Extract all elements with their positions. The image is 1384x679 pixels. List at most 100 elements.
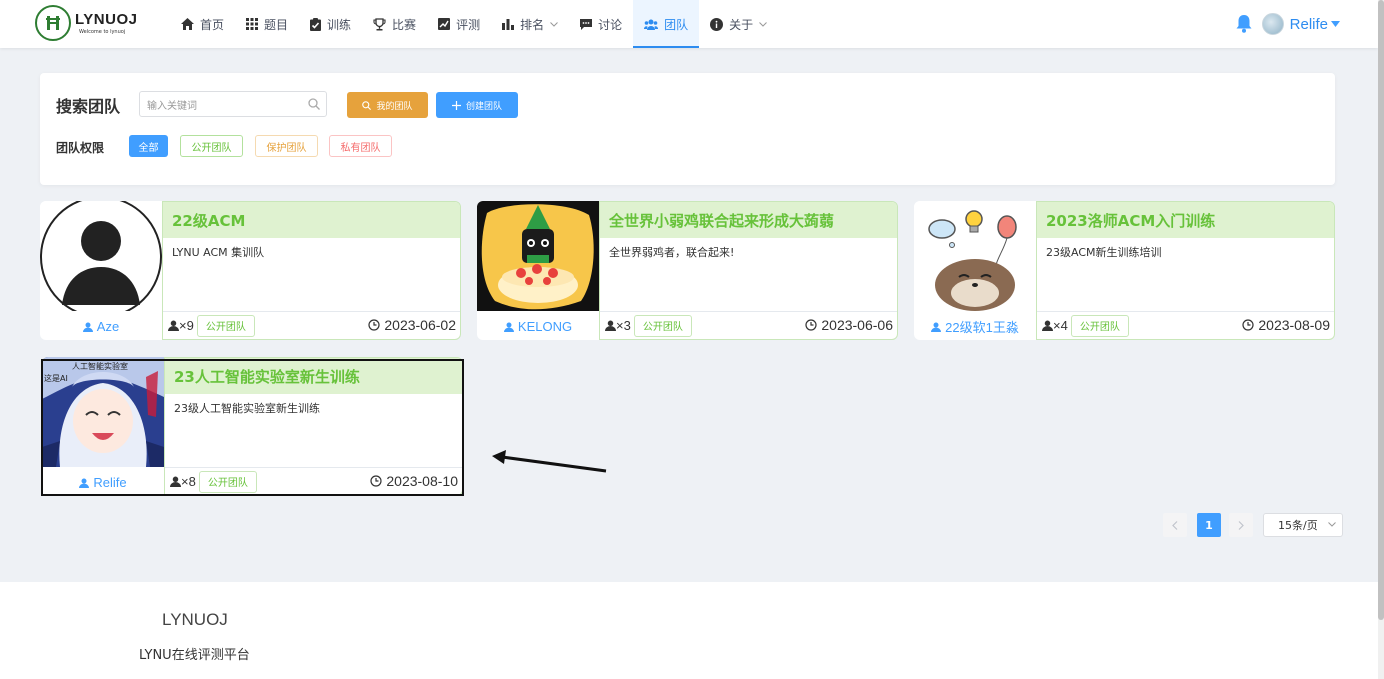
filter-protected[interactable]: 保护团队 [255,135,318,157]
team-owner[interactable]: KELONG [477,313,599,340]
team-type-tag: 公开团队 [633,314,692,337]
logo[interactable]: LYNUOJ Welcome to lynuoj [35,5,137,41]
team-owner[interactable]: 22级软1王淼 [914,313,1036,340]
team-description: LYNU ACM 集训队 [172,246,265,259]
filter-public[interactable]: 公开团队 [180,135,243,157]
user-icon [1042,320,1053,331]
team-card[interactable]: 22级软1王淼 2023洛师ACM入门训练 23级ACM新生训练培训 ×4 公开… [914,201,1335,340]
user-icon [168,320,179,331]
team-date: 2023-08-09 [1242,317,1330,333]
team-name[interactable]: 2023洛师ACM入门训练 [1037,202,1334,238]
search-title: 搜索团队 [56,97,121,116]
team-date-value: 2023-08-10 [386,473,458,489]
caret-down-icon[interactable] [1331,21,1340,27]
nav-status[interactable]: 评测 [427,0,491,48]
nav-ranking[interactable]: 排名 [491,0,569,48]
clipboard-check-icon [310,17,322,31]
team-card[interactable]: Aze 22级ACM LYNU ACM 集训队 ×9 公开团队 2023-06-… [40,201,461,340]
team-date: 2023-06-06 [805,317,893,333]
page-size-value: 15条/页 [1278,519,1318,532]
search-placeholder: 输入关键词 [147,100,197,112]
team-date: 2023-06-02 [368,317,456,333]
member-count: ×8 [170,474,196,489]
member-count-value: ×4 [1053,318,1068,333]
team-owner[interactable]: Relife [42,469,164,496]
owner-name: KELONG [517,319,573,334]
chart-line-icon [438,18,451,30]
search-icon[interactable] [308,98,320,110]
nav-teams-label: 团队 [664,17,689,32]
page-size-select[interactable]: 15条/页 [1263,513,1343,537]
top-navbar: LYNUOJ Welcome to lynuoj 首页 题目 训练 比赛 评测 … [0,0,1378,48]
pagination-prev[interactable] [1163,513,1187,537]
user-icon [931,322,942,332]
brand-name: LYNUOJ [75,10,138,28]
create-team-label: 创建团队 [465,101,502,112]
user-icon [503,322,514,332]
create-team-button[interactable]: 创建团队 [436,92,518,118]
home-icon [181,18,194,30]
nav-training[interactable]: 训练 [299,0,362,48]
owner-name: 22级软1王淼 [945,320,1019,335]
team-date-value: 2023-08-09 [1258,317,1330,333]
filter-private[interactable]: 私有团队 [329,135,392,157]
nav-teams[interactable]: 团队 [633,0,700,48]
chevron-down-icon [759,21,767,27]
avatar[interactable] [1261,13,1284,35]
nav-about[interactable]: 关于 [699,0,778,48]
filter-all[interactable]: 全部 [129,135,168,157]
nav-contests[interactable]: 比赛 [362,0,427,48]
comment-icon [580,19,593,30]
team-name[interactable]: 全世界小弱鸡联合起来形成大蒟蒻 [600,202,897,238]
my-teams-button[interactable]: 我的团队 [347,92,428,118]
team-card[interactable]: KELONG 全世界小弱鸡联合起来形成大蒟蒻 全世界弱鸡者，联合起来! ×3 公… [477,201,898,340]
user-icon [170,476,181,487]
nav-problems[interactable]: 题目 [235,0,299,48]
team-date-value: 2023-06-06 [821,317,893,333]
member-count: ×3 [605,318,631,333]
team-search-panel: 搜索团队 输入关键词 我的团队 创建团队 团队权限 全部 公开团队 保护团队 私… [40,73,1335,185]
team-description: 全世界弱鸡者，联合起来! [609,246,735,259]
bell-icon[interactable] [1236,15,1252,33]
team-card[interactable]: 人工智能实验室 这是AI Relife 23人工智能实验室新生训练 23级人工智… [42,357,463,496]
nav-home[interactable]: 首页 [170,0,235,48]
pagination-next[interactable] [1229,513,1253,537]
nav-home-label: 首页 [200,17,225,32]
nav-ranking-label: 排名 [520,17,545,32]
pagination-page-1[interactable]: 1 [1197,513,1221,537]
logo-emblem-icon [35,5,71,41]
nav-discussion[interactable]: 讨论 [569,0,633,48]
team-name[interactable]: 22级ACM [163,202,460,238]
page-scrollbar[interactable] [1378,0,1384,679]
user-icon [82,322,93,332]
team-owner[interactable]: Aze [40,313,162,340]
team-description: 23级ACM新生训练培训 [1046,246,1162,259]
team-name[interactable]: 23人工智能实验室新生训练 [165,358,462,394]
footer-title: LYNUOJ [162,610,228,629]
member-count: ×4 [1042,318,1068,333]
chevron-down-icon [550,21,558,27]
team-avatar-image [914,201,1036,311]
owner-name: Aze [96,319,120,334]
scrollbar-thumb[interactable] [1378,0,1384,620]
user-icon [605,320,616,331]
chevron-right-icon [1238,520,1244,530]
user-icon [79,478,90,488]
image-caption-left: 这是AI [44,373,68,383]
nav-discussion-label: 讨论 [598,17,623,32]
member-count-value: ×9 [179,318,194,333]
search-icon [362,100,372,110]
member-count-value: ×3 [616,318,631,333]
brand-tagline: Welcome to lynuoj [79,28,126,35]
team-type-tag: 公开团队 [1070,314,1129,337]
clock-icon [368,319,380,331]
clock-icon [370,475,382,487]
nav-status-label: 评测 [456,17,481,32]
team-date: 2023-08-10 [370,473,458,489]
chevron-left-icon [1172,520,1178,530]
team-avatar-image [40,201,162,311]
user-menu-name[interactable]: Relife [1290,16,1328,33]
arrow-annotation-icon [492,450,607,473]
search-input[interactable]: 输入关键词 [139,91,327,117]
team-card-footer: ×9 公开团队 2023-06-02 [163,311,460,339]
